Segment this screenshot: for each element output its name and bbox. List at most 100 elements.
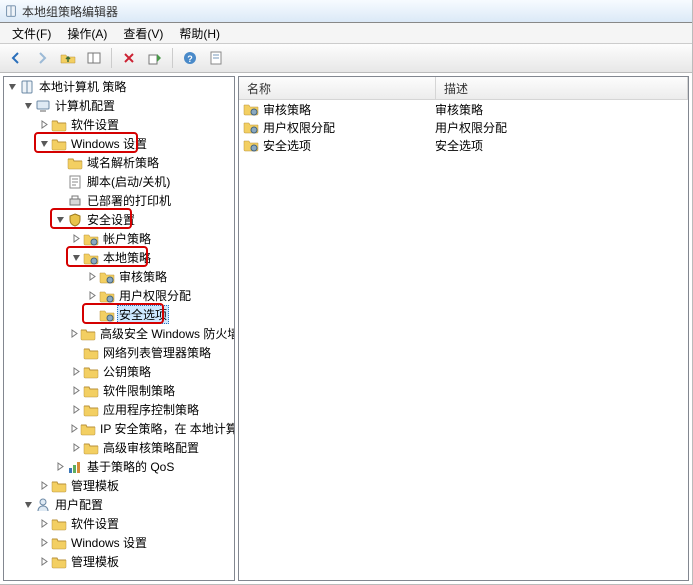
folder-gear-icon: [99, 288, 115, 304]
expander-icon[interactable]: [54, 176, 66, 188]
tree-label: Windows 设置: [69, 135, 149, 152]
user-icon: [35, 497, 51, 513]
tree-software[interactable]: 软件设置: [4, 115, 234, 134]
expander-icon[interactable]: [38, 119, 50, 131]
tree-label: 应用程序控制策略: [101, 401, 201, 418]
menu-view[interactable]: 查看(V): [117, 23, 169, 44]
titlebar: 本地组策略编辑器: [0, 0, 692, 23]
expander-icon[interactable]: [86, 290, 98, 302]
list-body[interactable]: 审核策略审核策略用户权限分配用户权限分配安全选项安全选项: [239, 100, 688, 580]
tree-label: 帐户策略: [101, 230, 153, 247]
tree-label: 域名解析策略: [85, 154, 161, 171]
expander-icon[interactable]: [70, 385, 82, 397]
expander-icon[interactable]: [70, 442, 82, 454]
list-item[interactable]: 安全选项安全选项: [239, 136, 688, 154]
expander-icon[interactable]: [38, 537, 50, 549]
tree-pubkey[interactable]: 公钥策略: [4, 362, 234, 381]
tree-swrestrict[interactable]: 软件限制策略: [4, 381, 234, 400]
tree-label: 管理模板: [69, 477, 121, 494]
export-button[interactable]: [143, 46, 167, 70]
tree-computer-cfg[interactable]: 计算机配置: [4, 96, 234, 115]
tree-nlm[interactable]: 网络列表管理器策略: [4, 343, 234, 362]
expander-icon[interactable]: [54, 195, 66, 207]
tree-label: 审核策略: [117, 268, 169, 285]
panes-button[interactable]: [82, 46, 106, 70]
up-button[interactable]: [56, 46, 80, 70]
folder-icon: [83, 383, 99, 399]
expander-icon[interactable]: [22, 499, 34, 511]
col-desc[interactable]: 描述: [436, 77, 688, 99]
menu-help[interactable]: 帮助(H): [173, 23, 226, 44]
tree-ipsec[interactable]: IP 安全策略，在 本地计算机: [4, 419, 234, 438]
tree-security-options[interactable]: 安全选项: [4, 305, 234, 324]
menu-file[interactable]: 文件(F): [6, 23, 57, 44]
expander-icon[interactable]: [22, 100, 34, 112]
row-desc: 审核策略: [431, 101, 688, 118]
tree-u-windows[interactable]: Windows 设置: [4, 533, 234, 552]
folder-icon: [51, 117, 67, 133]
tree-label: Windows 设置: [69, 534, 149, 551]
tree-windows-settings[interactable]: Windows 设置: [4, 134, 234, 153]
tree-admin-templates[interactable]: 管理模板: [4, 476, 234, 495]
expander-icon[interactable]: [70, 233, 82, 245]
expander-icon[interactable]: [70, 404, 82, 416]
tree-label: 软件限制策略: [101, 382, 177, 399]
tree-u-software[interactable]: 软件设置: [4, 514, 234, 533]
expander-icon[interactable]: [70, 347, 82, 359]
cancel-button[interactable]: [117, 46, 141, 70]
tree-root[interactable]: 本地计算机 策略: [4, 77, 234, 96]
expander-icon[interactable]: [86, 309, 98, 321]
expander-icon[interactable]: [70, 366, 82, 378]
tree-adv-firewall[interactable]: 高级安全 Windows 防火墙: [4, 324, 234, 343]
expander-icon[interactable]: [70, 252, 82, 264]
tree-label: 已部署的打印机: [85, 192, 173, 209]
tree-label: 脚本(启动/关机): [85, 173, 172, 190]
expander-icon[interactable]: [38, 556, 50, 568]
tree-scripts[interactable]: 脚本(启动/关机): [4, 172, 234, 191]
tree-u-admin[interactable]: 管理模板: [4, 552, 234, 571]
tree-label: 高级安全 Windows 防火墙: [98, 325, 235, 342]
back-button[interactable]: [4, 46, 28, 70]
tree-label: IP 安全策略，在 本地计算机: [98, 420, 235, 437]
expander-icon[interactable]: [38, 518, 50, 530]
folder-icon: [83, 364, 99, 380]
tree-label: 安全设置: [85, 211, 137, 228]
list-item[interactable]: 审核策略审核策略: [239, 100, 688, 118]
tree-audit-policy[interactable]: 审核策略: [4, 267, 234, 286]
tree-label: 软件设置: [69, 515, 121, 532]
expander-icon[interactable]: [54, 461, 66, 473]
help-button[interactable]: [178, 46, 202, 70]
expander-icon[interactable]: [54, 214, 66, 226]
printer-icon: [67, 193, 83, 209]
expander-icon[interactable]: [70, 328, 79, 340]
tree-qos[interactable]: 基于策略的 QoS: [4, 457, 234, 476]
list-item[interactable]: 用户权限分配用户权限分配: [239, 118, 688, 136]
tree-security-settings[interactable]: 安全设置: [4, 210, 234, 229]
expander-icon[interactable]: [70, 423, 79, 435]
tree-pane[interactable]: 本地计算机 策略计算机配置软件设置Windows 设置域名解析策略脚本(启动/关…: [3, 76, 235, 581]
tree-user-cfg[interactable]: 用户配置: [4, 495, 234, 514]
menu-action[interactable]: 操作(A): [61, 23, 113, 44]
tree-adv-audit[interactable]: 高级审核策略配置: [4, 438, 234, 457]
forward-button[interactable]: [30, 46, 54, 70]
book-icon: [19, 79, 35, 95]
tree-printers[interactable]: 已部署的打印机: [4, 191, 234, 210]
expander-icon[interactable]: [38, 480, 50, 492]
tree-name-res[interactable]: 域名解析策略: [4, 153, 234, 172]
folder-icon: [83, 345, 99, 361]
toolbar-sep: [172, 48, 173, 68]
col-name[interactable]: 名称: [239, 77, 436, 99]
tree-local-policy[interactable]: 本地策略: [4, 248, 234, 267]
folder-gear-icon: [243, 137, 259, 153]
computer-icon: [35, 98, 51, 114]
props-button[interactable]: [204, 46, 228, 70]
expander-icon[interactable]: [86, 271, 98, 283]
expander-icon[interactable]: [38, 138, 50, 150]
expander-icon[interactable]: [6, 81, 18, 93]
tree-appctrl[interactable]: 应用程序控制策略: [4, 400, 234, 419]
tree-user-rights[interactable]: 用户权限分配: [4, 286, 234, 305]
folder-icon: [80, 421, 96, 437]
expander-icon[interactable]: [54, 157, 66, 169]
tree-account-policy[interactable]: 帐户策略: [4, 229, 234, 248]
folder-icon: [51, 535, 67, 551]
